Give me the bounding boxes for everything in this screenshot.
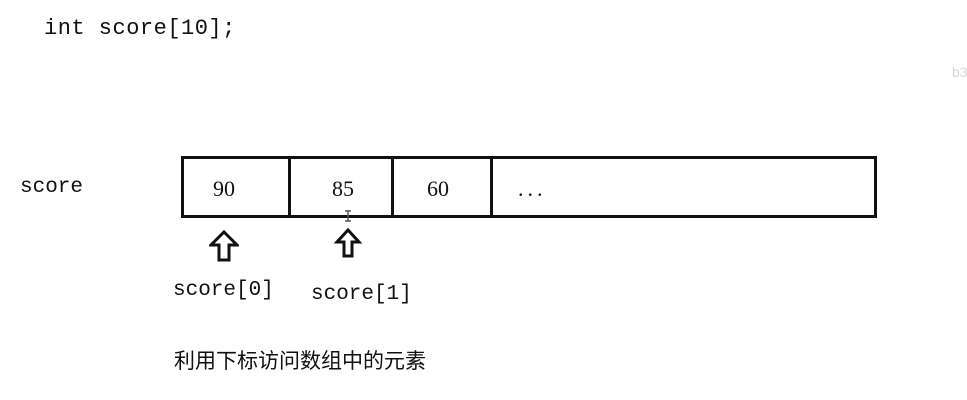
cell-divider [490,159,493,215]
array-cell-value-2: 60 [427,176,449,201]
index-label-0: score[0] [173,279,274,302]
cell-divider [391,159,394,215]
array-cell-value-1: 85 [332,176,354,201]
text-cursor-icon [345,210,351,222]
index-label-1: score[1] [311,283,412,306]
array-declaration: int score[10]; [44,16,236,41]
array-cell-ellipsis: ... [518,176,547,201]
diagram-caption: 利用下标访问数组中的元素 [174,349,426,373]
cell-divider [288,159,291,215]
up-arrow-icon [209,230,239,262]
array-cell-value-0: 90 [213,176,235,201]
array-name-label: score [20,176,84,199]
up-arrow-icon [333,228,363,258]
array-diagram: 90 85 60 ... [181,156,877,218]
watermark-text: b3 [952,64,967,80]
